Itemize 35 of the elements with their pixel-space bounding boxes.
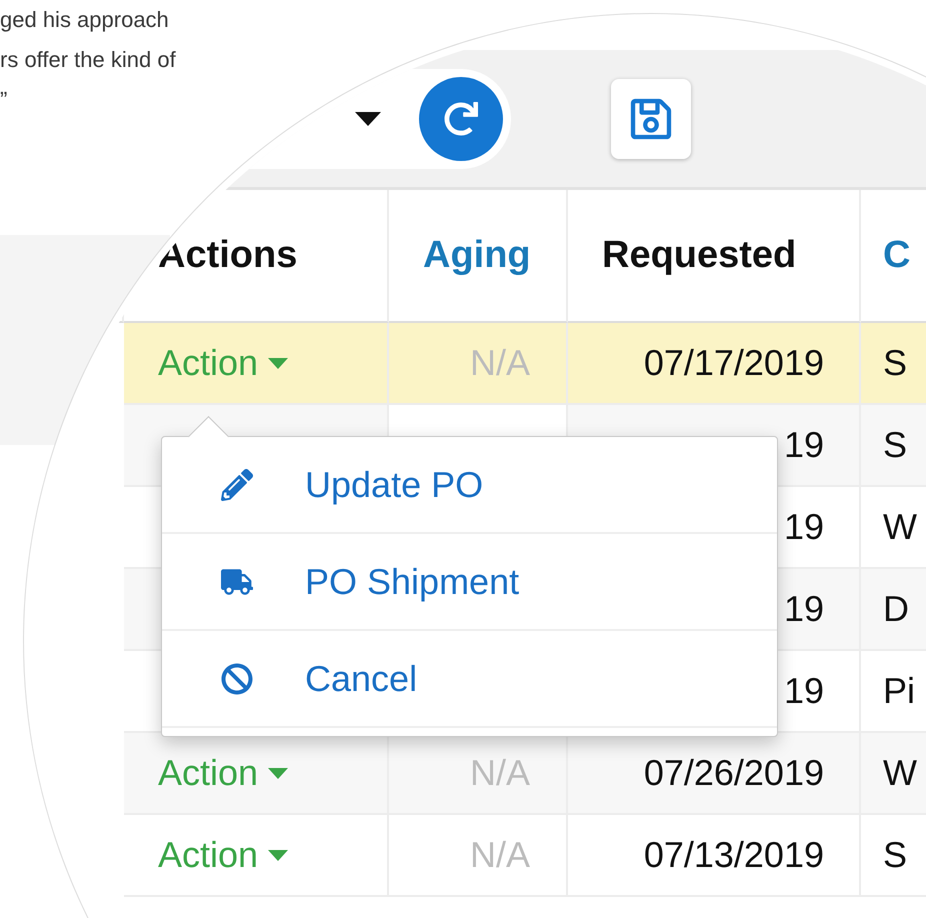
cancel-icon [221,662,253,694]
save-button[interactable] [611,78,691,158]
customer-text: S [883,834,908,876]
refresh-icon [444,102,478,136]
customer-text: D [883,588,909,630]
aging-text: N/A [470,834,530,876]
menu-item[interactable]: Update PO [162,437,777,534]
customer-text: S [883,424,908,466]
action-dropdown[interactable]: Action [158,834,288,876]
date-text: 19 [782,588,824,630]
menu-item[interactable]: Cancel [162,631,777,728]
date-text: 19 [782,424,824,466]
caret-icon [268,768,288,778]
refresh-button[interactable] [419,76,503,160]
menu-item[interactable]: PO Shipment [162,534,777,631]
pencil-icon [221,468,253,500]
date-text: 07/17/2019 [642,342,824,384]
date-text: 19 [782,506,824,548]
customer-text: W [883,752,917,794]
article-text: ” [0,86,8,114]
caret-icon [355,112,381,126]
aging-text: N/A [470,342,530,384]
date-text: 07/13/2019 [642,834,824,876]
aging-text: N/A [470,752,530,794]
date-text: 07/26/2019 [642,752,824,794]
action-dropdown[interactable]: Action [158,342,288,384]
date-text: 19 [782,670,824,712]
article-text: ged his approach [0,6,170,34]
caret-icon [268,358,288,368]
customer-text: W [883,506,917,548]
action-dropdown[interactable]: Action [158,752,288,794]
caret-icon [268,850,288,860]
customer-text: S [883,342,908,384]
customer-text: Pi [883,670,916,712]
article-text: rs offer the kind of [0,46,176,74]
